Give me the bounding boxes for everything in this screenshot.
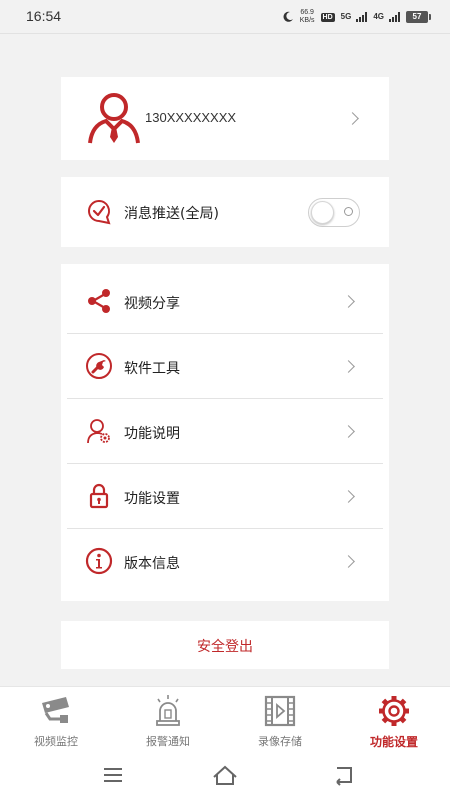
push-label: 消息推送(全局) — [124, 206, 219, 222]
menu-item-label: 视频分享 — [124, 296, 180, 312]
menu-item-label: 功能设置 — [124, 491, 180, 507]
chevron-right-icon — [342, 425, 355, 438]
status-bar: 16:54 66.9 KB/s HD 5G 4G 57 — [0, 0, 450, 34]
signal-label-4g: 4G — [373, 12, 384, 21]
chevron-right-icon — [342, 555, 355, 568]
profile-card[interactable]: 130XXXXXXXX — [61, 77, 389, 160]
menu-item-video-share[interactable]: 视频分享 — [67, 269, 383, 334]
toggle-knob — [311, 200, 334, 224]
menu-item-version-info[interactable]: 版本信息 — [67, 529, 383, 594]
tab-video-monitor[interactable]: 视频监控 — [0, 687, 112, 753]
hd-badge: HD — [320, 12, 335, 22]
film-icon — [264, 695, 296, 727]
gear-icon — [379, 696, 409, 726]
signal-sim1: 5G — [341, 12, 368, 22]
signal-bars-icon — [356, 12, 368, 22]
chevron-right-icon — [342, 490, 355, 503]
system-nav-bar — [0, 752, 450, 800]
menu-item-label: 版本信息 — [124, 556, 180, 572]
tab-label: 报警通知 — [146, 735, 190, 748]
status-time: 16:54 — [26, 8, 62, 24]
phone-number: 130XXXXXXXX — [145, 110, 237, 125]
wrench-icon — [86, 353, 112, 379]
net-speed-unit: KB/s — [299, 17, 315, 24]
chevron-right-icon — [342, 295, 355, 308]
net-speed: 66.9 KB/s — [300, 9, 315, 25]
tab-recording-storage[interactable]: 录像存储 — [224, 687, 336, 753]
user-avatar-icon — [88, 93, 140, 144]
tab-function-settings[interactable]: 功能设置 — [338, 687, 450, 753]
tab-alarm-notice[interactable]: 报警通知 — [112, 687, 224, 753]
logout-label: 安全登出 — [197, 639, 253, 655]
push-notification-card: 消息推送(全局) — [61, 177, 389, 247]
settings-menu: 视频分享 软件工具 功能说明 功能设置 版本信息 — [61, 264, 389, 601]
tab-label: 视频监控 — [34, 735, 78, 748]
menu-item-software-tools[interactable]: 软件工具 — [67, 334, 383, 399]
menu-item-function-settings[interactable]: 功能设置 — [67, 464, 383, 529]
menu-item-label: 软件工具 — [124, 361, 180, 377]
chevron-right-icon — [342, 360, 355, 373]
signal-label-5g: 5G — [340, 12, 352, 21]
back-icon[interactable] — [329, 762, 359, 788]
chevron-right-icon — [346, 112, 359, 125]
bottom-tab-bar: 视频监控 报警通知 录像存储 功能设置 — [0, 686, 450, 752]
home-icon[interactable] — [210, 762, 240, 788]
info-icon — [85, 547, 113, 575]
menu-icon[interactable] — [98, 762, 128, 788]
signal-bars-icon — [389, 12, 400, 22]
alarm-icon — [156, 695, 180, 726]
lock-icon — [89, 483, 109, 509]
share-icon — [88, 289, 110, 313]
camera-icon — [42, 697, 69, 723]
status-icons: 66.9 KB/s HD 5G 4G 57 — [282, 8, 431, 26]
push-toggle[interactable] — [308, 198, 360, 227]
signal-sim2: 4G — [373, 12, 400, 22]
tab-label: 录像存储 — [258, 735, 302, 748]
moon-icon — [283, 11, 293, 22]
user-gear-icon — [87, 419, 110, 444]
toggle-off-indicator — [344, 207, 353, 216]
check-bubble-icon — [88, 199, 111, 225]
menu-item-label: 功能说明 — [124, 426, 180, 442]
net-speed-value: 66.9 — [300, 9, 314, 16]
battery-icon: 57 — [406, 11, 431, 23]
tab-label: 功能设置 — [369, 735, 418, 749]
logout-button[interactable]: 安全登出 — [61, 621, 389, 669]
menu-item-function-guide[interactable]: 功能说明 — [67, 399, 383, 464]
